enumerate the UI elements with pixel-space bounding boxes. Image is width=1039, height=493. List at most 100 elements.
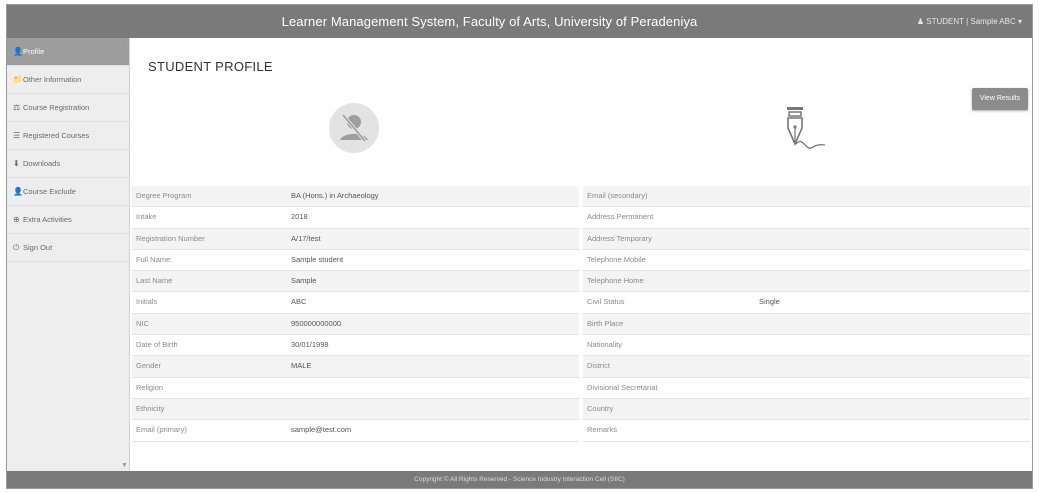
download-icon: ⬇ [13,159,20,168]
sidebar-item-label: Extra Activities [23,215,72,224]
sidebar-item-downloads[interactable]: ⬇ Downloads [7,150,129,178]
field-label: Initials [136,297,158,307]
field-value [759,207,1030,227]
profile-field-row: Birth Place [583,313,1030,336]
profile-field-row: Nationality [583,335,1030,357]
field-label: Religion [136,382,164,392]
field-value [759,399,1030,419]
globe-icon: ⊕ [13,215,20,224]
sidebar-item-other-information[interactable]: 📁Other Information [7,66,129,94]
field-label: Birth Place [587,318,624,328]
user-menu[interactable]: ♟ STUDENT | Sample ABC ▾ [917,5,1022,38]
field-value [759,250,1030,270]
app-title: Learner Management System, Faculty of Ar… [281,14,698,29]
field-value: 30/01/1998 [291,340,329,350]
field-value: Single [759,297,780,307]
field-value [759,378,1030,398]
field-value [291,399,579,419]
field-label: Telephone Home [587,276,644,286]
sidebar-item-label: Course Registration [23,103,90,112]
main-content: STUDENT PROFILE View Results Degree Prog… [130,38,1032,471]
field-label: Address Permanent [587,212,654,222]
profile-field-row: Civil Status Single [583,292,1030,314]
profile-field-row: Full Name: Sample student [132,250,579,272]
profile-field-row: Ethnicity [132,398,579,421]
profile-field-row: Address Temporary [583,228,1030,250]
field-label: Email (primary) [136,425,187,435]
page-title: STUDENT PROFILE [148,59,273,74]
scroll-up-icon[interactable]: ▲ [121,42,128,49]
field-label: Country [587,403,614,413]
sidebar-item-label: Profile [23,47,45,56]
profile-field-row: Gender MALE [132,356,579,378]
user-icon: 👤 [13,187,23,196]
field-label: NIC [136,318,149,328]
profile-table-left: Degree Program BA (Hons.) in Archaeology I… [132,186,579,442]
sidebar-item-extra-activities[interactable]: ⊕ Extra Activities [7,206,129,234]
field-label: Intake [136,212,157,222]
sidebar-item-label: Downloads [23,159,61,168]
field-label: Divisional Secretariat [587,382,658,392]
field-label: Gender [136,361,162,371]
sidebar-menu: 👤Profile 📁Other Information ⚖ Course Regist… [7,38,129,262]
profile-field-row: Email (primary) sample@test.com [132,420,579,442]
field-value: 950000000000 [291,318,342,328]
field-value: 2018 [291,212,308,222]
profile-field-row: Degree Program BA (Hons.) in Archaeology [132,186,579,208]
field-value: MALE [291,361,312,371]
view-results-button[interactable]: View Results [972,88,1028,110]
top-navbar: Learner Management System, Faculty of Ar… [7,5,1032,38]
field-label: Last Name [136,276,173,286]
field-value: ABC [291,297,307,307]
field-label: Address Temporary [587,233,652,243]
user-icon: 👤 [13,47,23,56]
profile-field-row: District [583,356,1030,378]
sidebar-item-course-exclude[interactable]: 👤Course Exclude [7,178,129,206]
footer: Copyright © All Rights Reserved - Scienc… [7,471,1032,488]
field-label: Email (secondary) [587,191,648,200]
sidebar: 👤Profile 📁Other Information ⚖ Course Regist… [7,38,130,471]
field-value [759,314,1030,334]
field-label: Remarks [587,425,618,435]
no-photo-avatar-icon [329,103,379,153]
profile-field-row: Date of Birth 30/01/1998 [132,335,579,357]
sidebar-item-label: Course Exclude [23,187,76,196]
app-window: Learner Management System, Faculty of Ar… [6,4,1033,489]
sidebar-item-sign-out[interactable]: ⏻ Sign Out [7,234,129,262]
field-value [759,186,1030,206]
field-value: BA (Hons.) in Archaeology [291,191,379,200]
field-value [759,335,1030,355]
field-label: Registration Number [136,233,205,243]
profile-field-row: Telephone Home [583,271,1030,293]
sidebar-item-profile[interactable]: 👤Profile [7,38,129,66]
profile-field-row: NIC 950000000000 [132,313,579,336]
folder-icon: 📁 [13,75,23,84]
field-value: Sample [291,276,317,286]
field-label: Degree Program [136,191,192,200]
field-value [759,420,1030,440]
profile-field-row: Telephone Mobile [583,250,1030,272]
field-value [291,378,579,398]
field-label: District [587,361,610,371]
sidebar-item-label: Sign Out [23,243,53,252]
field-value [759,271,1030,291]
field-value: Sample student [291,254,344,264]
profile-field-row: Remarks [583,420,1030,442]
profile-field-row: Last Name Sample [132,271,579,293]
sidebar-item-registered-courses[interactable]: ☰ Registered Courses [7,122,129,150]
gavel-icon: ⚖ [13,103,21,112]
field-label: Date of Birth [136,340,178,350]
field-value: A/17/test [291,233,321,243]
field-label: Telephone Mobile [587,254,646,264]
field-label: Ethnicity [136,403,165,413]
profile-field-row: Divisional Secretariat [583,378,1030,399]
sidebar-item-course-registration[interactable]: ⚖ Course Registration [7,94,129,122]
field-value [759,356,1030,376]
profile-field-row: Email (secondary) [583,186,1030,208]
field-value: sample@test.com [291,425,352,435]
scroll-down-icon[interactable]: ▼ [121,462,128,469]
sidebar-item-label: Registered Courses [23,131,90,140]
power-icon: ⏻ [13,243,20,252]
profile-field-row: Address Permanent [583,207,1030,229]
profile-field-row: Initials ABC [132,292,579,314]
